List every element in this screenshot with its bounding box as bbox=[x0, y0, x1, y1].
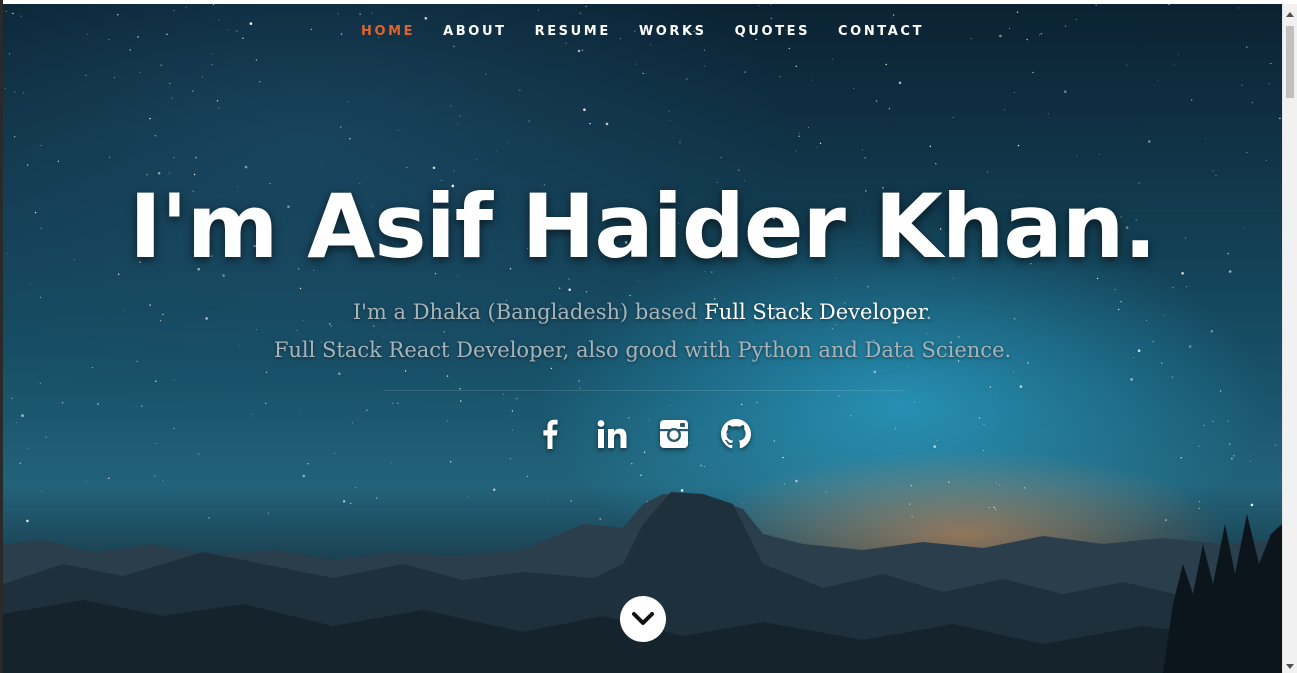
facebook-link[interactable] bbox=[533, 416, 567, 452]
facebook-icon bbox=[542, 419, 558, 449]
nav-about[interactable]: ABOUT bbox=[429, 22, 520, 42]
hero-tagline-line2: Full Stack React Developer, also good wi… bbox=[273, 338, 1012, 362]
scrollbar-thumb[interactable] bbox=[1286, 26, 1294, 98]
tagline-highlight: Full Stack Developer bbox=[704, 300, 926, 324]
nav-quotes[interactable]: QUOTES bbox=[721, 22, 824, 42]
linkedin-link[interactable] bbox=[595, 416, 629, 452]
main-nav: HOME ABOUT RESUME WORKS QUOTES CONTACT bbox=[3, 22, 1282, 42]
instagram-icon bbox=[659, 420, 688, 448]
scroll-down-arrow-icon[interactable] bbox=[1286, 664, 1294, 669]
social-links bbox=[3, 416, 1282, 452]
instagram-link[interactable] bbox=[657, 416, 691, 452]
hero-section: HOME ABOUT RESUME WORKS QUOTES CONTACT I… bbox=[3, 4, 1282, 673]
hero-tagline-line1: I'm a Dhaka (Bangladesh) based Full Stac… bbox=[3, 300, 1282, 324]
scroll-up-arrow-icon[interactable] bbox=[1286, 12, 1294, 17]
linkedin-icon bbox=[597, 420, 626, 448]
nav-resume[interactable]: RESUME bbox=[521, 22, 625, 42]
github-icon bbox=[720, 419, 751, 449]
nav-works[interactable]: WORKS bbox=[625, 22, 721, 42]
page-scrollbar[interactable] bbox=[1282, 4, 1297, 673]
hero-headline: I'm Asif Haider Khan. bbox=[129, 175, 1157, 278]
nav-home[interactable]: HOME bbox=[347, 22, 429, 42]
chevron-down-icon bbox=[632, 612, 654, 625]
nav-contact[interactable]: CONTACT bbox=[824, 22, 938, 42]
scroll-down-button[interactable] bbox=[620, 596, 666, 642]
tagline-prefix: I'm a Dhaka (Bangladesh) based bbox=[352, 300, 705, 324]
tagline-suffix: . bbox=[925, 300, 933, 324]
hero-divider bbox=[383, 390, 903, 391]
github-link[interactable] bbox=[719, 416, 753, 452]
